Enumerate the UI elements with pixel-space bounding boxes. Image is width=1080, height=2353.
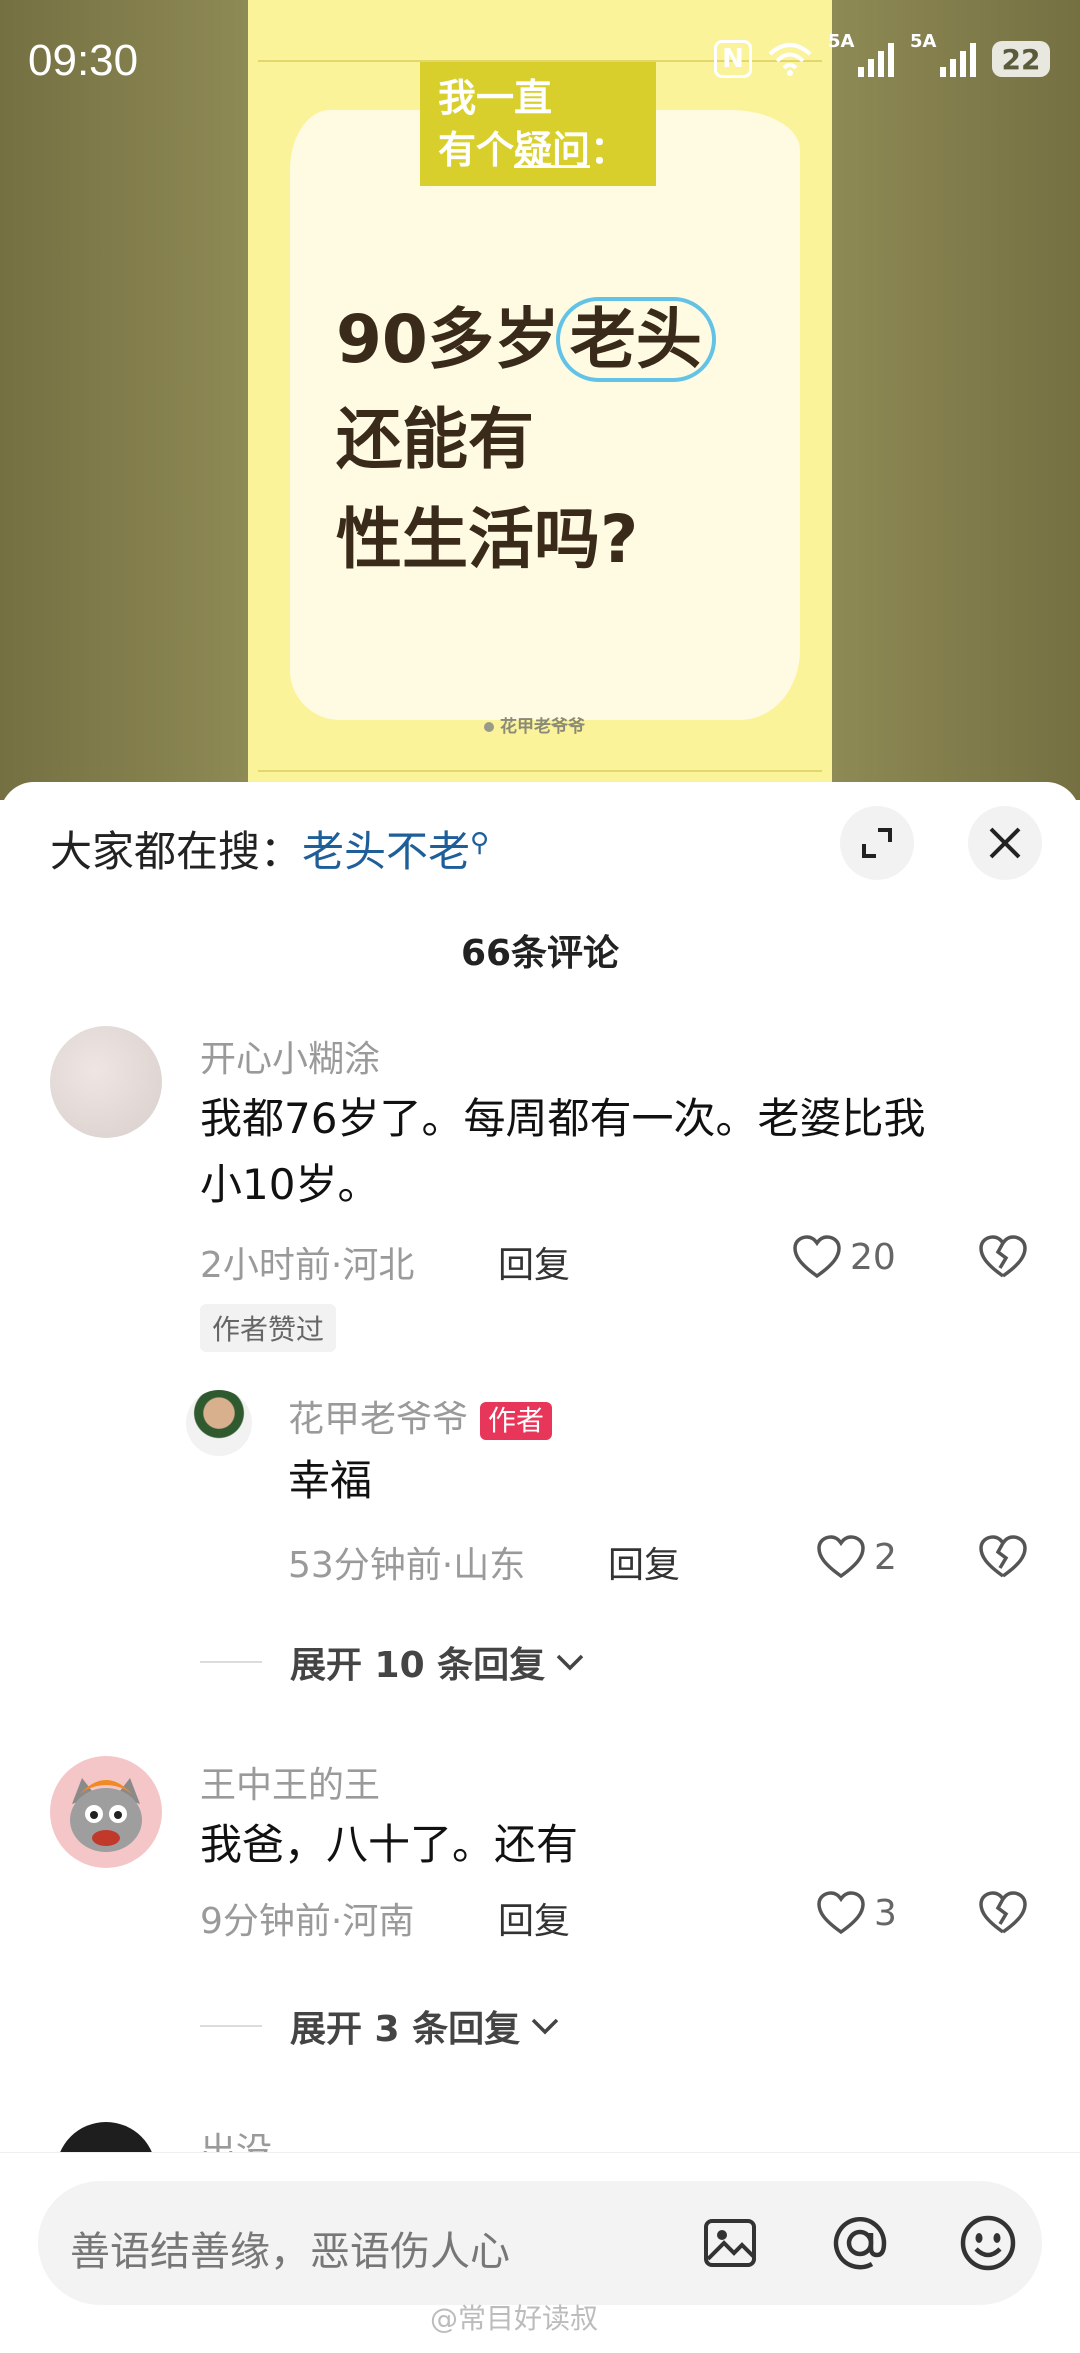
dislike-button[interactable] [978, 1534, 1028, 1584]
image-button[interactable] [698, 2211, 762, 2275]
video-backdrop-left [0, 0, 248, 800]
like-count: 2 [874, 1536, 897, 1578]
at-icon [833, 2216, 887, 2270]
expand-button[interactable] [840, 806, 914, 880]
like-count: 3 [874, 1892, 897, 1934]
cover-headline: 90多岁 老头 还能有 性生活吗? [336, 290, 716, 590]
heart-icon [793, 1235, 841, 1279]
comment-meta: 2小时前·河北 [200, 1245, 415, 1286]
author-liked-tag: 作者赞过 [200, 1304, 337, 1352]
dislike-button[interactable] [978, 1890, 1028, 1940]
comment-username[interactable]: 出没 [200, 2122, 272, 2154]
headline-circled-word: 老头 [555, 297, 716, 382]
mention-button[interactable] [828, 2211, 892, 2275]
broken-heart-icon [979, 1891, 1027, 1934]
comment-text: 我都76岁了。每周都有一次。老婆比我 小10岁。 [200, 1094, 926, 1209]
wifi-icon [768, 43, 812, 76]
heart-icon [817, 1891, 865, 1935]
signal-icon: 5A [910, 31, 976, 77]
comment-text: 我爸，八十了。还有 [200, 1820, 579, 1869]
like-button[interactable]: 3 [816, 1890, 897, 1936]
reply-button[interactable]: 回复 [498, 1236, 570, 1288]
image-watermark: @常目好读叔 [430, 2302, 599, 2335]
nfc-icon: N [714, 40, 752, 78]
headline-line2: 还能有 [336, 401, 534, 478]
comment-username[interactable]: 王中王的王 [200, 1756, 380, 1808]
video-player[interactable]: 我一直 有个疑问： 90多岁 老头 还能有 性生活吗? 花甲老爷爷 [0, 0, 1080, 800]
like-button[interactable]: 2 [816, 1534, 897, 1580]
cover-watermark: 花甲老爷爷 [484, 712, 585, 737]
reply-button[interactable]: 回复 [608, 1536, 680, 1588]
divider [200, 2025, 262, 2027]
avatar[interactable] [56, 2122, 156, 2154]
expand-replies-label: 展开 10 条回复 [290, 1645, 546, 1686]
avatar[interactable] [50, 1026, 162, 1138]
dislike-button[interactable] [978, 1234, 1028, 1284]
comment-input-bar: 善语结善缘，恶语伤人心 @常目好读叔 [0, 2152, 1080, 2353]
comment-meta: 53分钟前·山东 [288, 1545, 526, 1586]
expand-replies-button[interactable]: 展开 3 条回复 [200, 2000, 562, 2052]
like-count: 20 [850, 1236, 896, 1278]
status-time: 09:30 [28, 36, 139, 85]
trending-search[interactable]: 大家都在搜：老头不老⚲ [50, 818, 489, 879]
comment-username[interactable]: 花甲老爷爷 作者 [288, 1390, 553, 1442]
image-icon [704, 2219, 756, 2267]
emoji-button[interactable] [956, 2211, 1020, 2275]
comment-item: 出没 [0, 2118, 1080, 2154]
trending-search-keyword[interactable]: 老头不老 [302, 827, 470, 876]
expand-icon [862, 828, 892, 858]
cover-rule-line [258, 770, 822, 772]
reply-button[interactable]: 回复 [498, 1892, 570, 1944]
avatar[interactable] [50, 1756, 162, 1868]
close-icon [989, 827, 1021, 859]
chevron-down-icon [556, 1654, 584, 1671]
video-backdrop-right [832, 0, 1080, 800]
divider [200, 1661, 262, 1663]
like-button[interactable]: 20 [792, 1234, 896, 1280]
comment-input[interactable]: 善语结善缘，恶语伤人心 [38, 2181, 1042, 2305]
broken-heart-icon [979, 1235, 1027, 1278]
comment-meta: 9分钟前·河南 [200, 1901, 415, 1942]
status-bar: 09:30 N 5A 5A 22 [0, 0, 1080, 120]
battery-icon: 22 [992, 41, 1050, 77]
author-badge: 作者 [480, 1402, 553, 1440]
comment-sheet: 大家都在搜：老头不老⚲ 66条评论 [0, 782, 1080, 2352]
search-icon: ⚲ [470, 828, 490, 858]
comment-count: 66条评论 [460, 933, 620, 974]
chevron-down-icon [531, 2018, 559, 2035]
broken-heart-icon [979, 1535, 1027, 1578]
emoji-icon [960, 2215, 1016, 2271]
avatar[interactable] [186, 1390, 252, 1456]
status-icons: N 5A 5A 22 [714, 31, 1050, 78]
close-button[interactable] [968, 806, 1042, 880]
trending-search-prefix: 大家都在搜： [50, 827, 303, 876]
comment-username[interactable]: 开心小糊涂 [200, 1030, 380, 1082]
comment-input-placeholder: 善语结善缘，恶语伤人心 [70, 2229, 510, 2275]
headline-text: 90多岁 [336, 301, 560, 378]
cover-tag-line2: 有个疑问： [438, 128, 629, 172]
headline-line3: 性生活吗? [336, 501, 639, 578]
heart-icon [817, 1535, 865, 1579]
expand-replies-label: 展开 3 条回复 [290, 2009, 521, 2050]
expand-replies-button[interactable]: 展开 10 条回复 [200, 1636, 587, 1688]
comment-text: 幸福 [288, 1456, 373, 1505]
signal-icon: 5A [828, 31, 894, 77]
